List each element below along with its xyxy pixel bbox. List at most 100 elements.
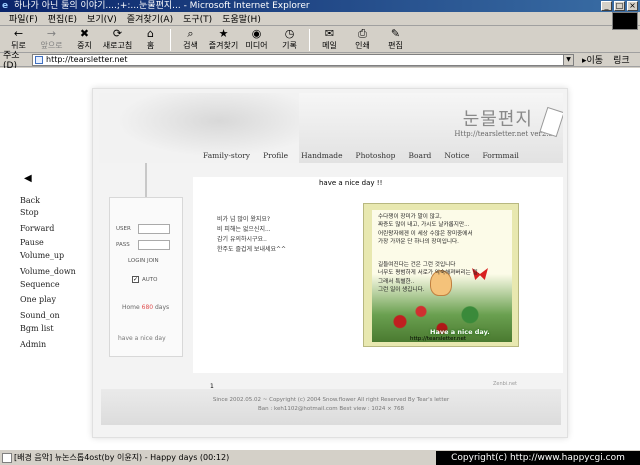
menu-favorites[interactable]: 즐겨찾기(A): [122, 12, 178, 25]
copyright-banner: Copyright(c) http://www.happycgi.com: [436, 451, 640, 465]
stop-button[interactable]: ✖ 중지: [68, 27, 101, 53]
auto-login-label: AUTO: [142, 277, 158, 283]
status-text: [배경 음악] 뉴논스톱4ost(by 이윤지) - Happy days (0…: [14, 453, 230, 462]
sidenav-volume-down[interactable]: Volume_down: [20, 267, 76, 276]
sidenav-volume-up[interactable]: Volume_up: [20, 251, 64, 260]
edit-icon: ✎: [390, 27, 401, 40]
menu-file[interactable]: 파일(F): [4, 12, 43, 25]
login-join-links[interactable]: LOGIN JOIN: [128, 258, 159, 264]
links-button[interactable]: 링크: [613, 53, 630, 66]
mail-icon: ✉: [324, 27, 335, 40]
maximize-button[interactable]: □: [614, 1, 625, 11]
mail-button[interactable]: ✉ 메일: [313, 27, 346, 53]
letter-pen-icon: [539, 106, 563, 138]
sidenav-bgm-list[interactable]: Bgm list: [20, 324, 54, 333]
poem-line: 한주도 즐겁게 보내세요^^: [217, 246, 287, 253]
page-status-icon: [2, 452, 12, 463]
site-frame: 눈물편지 Http://tearsletter.net ver2.5 Famil…: [92, 88, 568, 438]
search-icon: ⌕: [187, 27, 194, 40]
toolbar-separator: [309, 29, 310, 51]
menu-help[interactable]: 도움말(H): [217, 12, 266, 25]
print-icon: ⎙: [358, 27, 367, 40]
sidenav-sound-on[interactable]: Sound_on: [20, 311, 60, 320]
footer-copyright: Since 2002.05.02 ~ Copyright (c) 2004 Sn…: [212, 397, 450, 403]
home-days-counter: Home 680 days: [122, 304, 170, 311]
refresh-button[interactable]: ⟳ 새로고침: [101, 27, 134, 53]
login-nice-day: have a nice day: [118, 335, 166, 342]
poem-line: 비 피해는 없으신지...: [217, 226, 271, 233]
menu-view[interactable]: 보기(V): [82, 12, 122, 25]
card-line: 수다쟁이 장미가 말이 많고,: [378, 214, 442, 220]
menu-tools[interactable]: 도구(T): [178, 12, 217, 25]
card-line: 너무도 평범하게 서로가 익숙해져버리는 일.: [378, 270, 480, 277]
nav-handmade[interactable]: Handmade: [301, 151, 342, 163]
user-input[interactable]: [138, 224, 170, 234]
history-icon: ◷: [284, 27, 295, 40]
nav-photoshop[interactable]: Photoshop: [356, 151, 396, 163]
site-logo-url: Http://tearsletter.net ver2.5: [454, 130, 553, 138]
forward-button[interactable]: → 앞으로: [35, 27, 68, 53]
menu-edit[interactable]: 편집(E): [43, 12, 82, 25]
favorites-icon: ★: [218, 27, 229, 40]
card-line: 그래서 특별한..: [378, 278, 415, 285]
site-footer: Zenbi.net Since 2002.05.02 ~ Copyright (…: [101, 381, 561, 425]
sidenav-sequence[interactable]: Sequence: [20, 280, 60, 289]
minimize-button[interactable]: _: [601, 1, 612, 11]
poem-line: 비가 넘 많이 왔지요?: [217, 216, 271, 223]
toolbar-separator: [170, 29, 171, 51]
edit-button[interactable]: ✎ 편집: [379, 27, 412, 53]
print-button[interactable]: ⎙ 인쇄: [346, 27, 379, 53]
footer-contact: Ban : keh1102@hotmail.com Best view : 10…: [258, 406, 404, 412]
sidenav-back[interactable]: Back: [20, 196, 40, 205]
toolbar: ← 뒤로 → 앞으로 ✖ 중지 ⟳ 새로고침 ⌂ 홈 ⌕ 검색 ★ 즐겨찾기 ◉ 미디어 ◷ 기록…: [0, 27, 640, 53]
window-controls: _ □ ×: [601, 1, 638, 11]
window-title: 하나가 아닌 둘의 이야기....;+:...눈물편지... - Microso…: [14, 1, 310, 11]
sidenav-stop[interactable]: Stop: [20, 208, 39, 217]
home-button[interactable]: ⌂ 홈: [134, 27, 167, 53]
nav-formmail[interactable]: Formmail: [482, 151, 518, 163]
address-bar: 주소(D) http://tearsletter.net ▼ ▸이동 링크: [0, 51, 640, 71]
auto-login-checkbox[interactable]: ✓: [132, 276, 139, 283]
site-header: 눈물편지 Http://tearsletter.net ver2.5 Famil…: [99, 93, 563, 163]
card-text-mid: 길들여진다는 건은 그런 것입니다 너무도 평범하게 서로가 익숙해져버리는 일…: [378, 261, 508, 295]
card-line: 어린왕자에겐 이 세상 수많은 장미중에서: [378, 230, 473, 237]
speaker-icon[interactable]: ◀: [24, 173, 32, 184]
login-panel: USER PASS LOGIN JOIN ✓ AUTO Home 680 day…: [109, 197, 183, 357]
refresh-icon: ⟳: [112, 27, 123, 40]
card-text-top: 수다쟁이 장미가 말이 많고, 짜증도 많이 내고, 가시도 날카롭지만... …: [378, 213, 508, 247]
nav-profile[interactable]: Profile: [263, 151, 288, 163]
window-titlebar: e 하나가 아닌 둘의 이야기....;+:...눈물편지... - Micro…: [0, 0, 640, 12]
sidenav-one-play[interactable]: One play: [20, 295, 56, 304]
nav-board[interactable]: Board: [408, 151, 431, 163]
media-button[interactable]: ◉ 미디어: [240, 27, 273, 53]
address-input[interactable]: http://tearsletter.net ▼: [32, 53, 574, 66]
card-line: 길들여진다는 건은 그런 것입니다: [378, 262, 456, 268]
media-icon: ◉: [251, 27, 262, 40]
address-dropdown-icon[interactable]: ▼: [563, 54, 573, 65]
main-content: have a nice day !! 비가 넘 많이 왔지요? 비 피해는 없으…: [193, 177, 563, 373]
card-nice-day-banner: Have a nice day.: [430, 328, 490, 336]
card-line: 짜증도 많이 내고, 가시도 날카롭지만...: [378, 222, 470, 229]
sidenav-forward[interactable]: Forward: [20, 224, 54, 233]
user-label: USER: [116, 226, 131, 232]
card-line: 그런 일이 생깁니다.: [378, 287, 425, 294]
greeting-card-image: 수다쟁이 장미가 말이 많고, 짜증도 많이 내고, 가시도 날카롭지만... …: [363, 203, 519, 347]
zenbi-credit[interactable]: Zenbi.net: [493, 381, 517, 387]
nav-family-story[interactable]: Family-story: [203, 151, 250, 163]
ie-icon: e: [2, 1, 9, 11]
sidenav-admin[interactable]: Admin: [20, 340, 46, 349]
page-content: ◀ Back Stop Forward Pause Volume_up Volu…: [0, 68, 640, 449]
poem-line: 감기 유의하시구요..: [217, 236, 267, 243]
back-arrow-icon: ←: [13, 27, 24, 40]
go-button[interactable]: ▸이동: [582, 53, 603, 66]
forward-arrow-icon: →: [46, 27, 57, 40]
favorites-button[interactable]: ★ 즐겨찾기: [207, 27, 240, 53]
history-button[interactable]: ◷ 기록: [273, 27, 306, 53]
search-button[interactable]: ⌕ 검색: [174, 27, 207, 53]
pass-input[interactable]: [138, 240, 170, 250]
close-button[interactable]: ×: [627, 1, 638, 11]
site-logo[interactable]: 눈물편지: [463, 105, 533, 131]
sidenav-pause[interactable]: Pause: [20, 238, 44, 247]
nav-notice[interactable]: Notice: [444, 151, 469, 163]
address-url: http://tearsletter.net: [46, 54, 128, 64]
